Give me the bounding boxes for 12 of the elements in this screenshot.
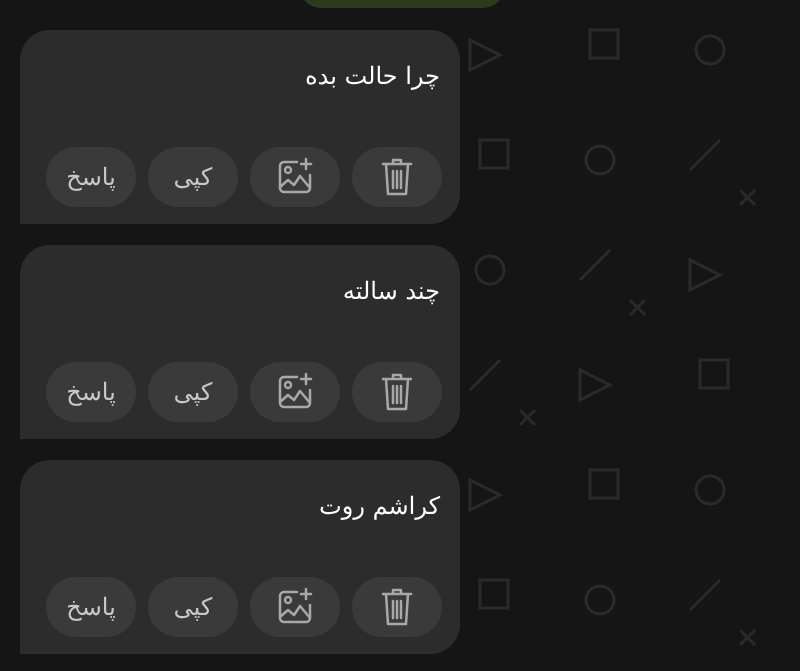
- action-button[interactable]: پاسخ: [46, 362, 136, 422]
- action-button[interactable]: کپی: [148, 362, 238, 422]
- trash-icon: [380, 587, 414, 627]
- action-button[interactable]: پاسخ: [46, 577, 136, 637]
- trash-icon: [380, 157, 414, 197]
- trash-icon: [380, 372, 414, 412]
- action-button[interactable]: کپی: [148, 577, 238, 637]
- message-text: چرا حالت بده: [304, 61, 441, 92]
- message-text: کراشم روت: [318, 491, 441, 522]
- message-text: چند سالته: [342, 276, 441, 307]
- action-button[interactable]: پاسخ: [46, 147, 136, 207]
- action-button[interactable]: کپی: [148, 147, 238, 207]
